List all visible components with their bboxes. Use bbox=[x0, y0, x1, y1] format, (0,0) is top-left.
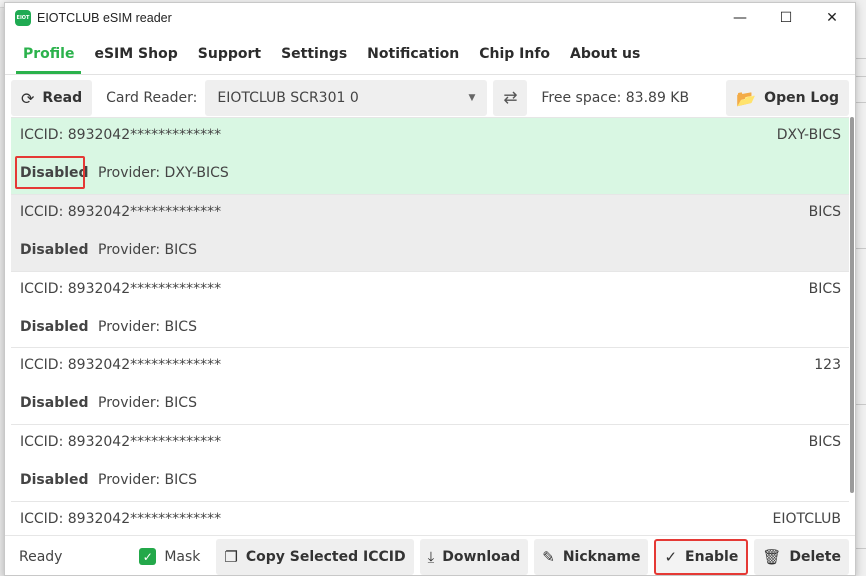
card-reader-value: EIOTCLUB SCR301 0 bbox=[217, 90, 359, 106]
window-controls: — ☐ ✕ bbox=[717, 3, 855, 33]
read-button-label: Read bbox=[42, 90, 83, 106]
app-logo-icon: EIOT bbox=[15, 10, 31, 26]
profile-nickname: BICS bbox=[808, 203, 841, 220]
window-title: EIOTCLUB eSIM reader bbox=[37, 11, 172, 25]
iccid-text: ICCID: 8932042************* bbox=[20, 203, 222, 220]
iccid-text: ICCID: 8932042************* bbox=[20, 357, 222, 374]
app-window: EIOT EIOTCLUB eSIM reader — ☐ ✕ Profile … bbox=[4, 2, 856, 576]
main-tabs: Profile eSIM Shop Support Settings Notif… bbox=[5, 33, 855, 75]
iccid-text: ICCID: 8932042************* bbox=[20, 510, 222, 527]
minimize-button[interactable]: — bbox=[717, 3, 763, 33]
delete-button[interactable]: 🗑 Delete bbox=[754, 538, 849, 575]
tab-chip-info[interactable]: Chip Info bbox=[469, 33, 560, 74]
free-space-text: Free space: 83.89 KB bbox=[541, 90, 690, 106]
enable-label: Enable bbox=[685, 548, 739, 565]
tab-settings[interactable]: Settings bbox=[271, 33, 357, 74]
profile-nickname: DXY-BICS bbox=[776, 127, 841, 143]
nickname-button[interactable]: ✎ Nickname bbox=[534, 538, 649, 575]
tab-about-us[interactable]: About us bbox=[560, 33, 650, 74]
provider-text: Provider: BICS bbox=[98, 395, 197, 412]
profile-state: Disabled bbox=[20, 395, 89, 412]
profile-nickname: BICS bbox=[808, 280, 841, 297]
card-reader-label: Card Reader: bbox=[106, 90, 198, 106]
iccid-text: ICCID: 8932042************* bbox=[20, 127, 222, 143]
tab-support[interactable]: Support bbox=[188, 33, 271, 74]
pencil-icon: ✎ bbox=[542, 547, 555, 566]
list-scrollbar[interactable] bbox=[849, 117, 855, 529]
scrollbar-thumb[interactable] bbox=[850, 117, 854, 493]
checkmark-icon: ✓ bbox=[139, 548, 157, 565]
profile-row[interactable]: ICCID: 8932042************* BICS Disable… bbox=[11, 194, 849, 272]
profile-row[interactable]: ICCID: 8932042************* BICS Disable… bbox=[11, 425, 849, 502]
mask-label: Mask bbox=[164, 548, 201, 565]
check-icon: ✓ bbox=[664, 547, 678, 566]
provider-text: Provider: DXY-BICS bbox=[98, 165, 229, 181]
iccid-text: ICCID: 8932042************* bbox=[20, 280, 222, 297]
copy-iccid-button[interactable]: ❐ Copy Selected ICCID bbox=[216, 538, 414, 575]
chevron-down-icon: ▼ bbox=[468, 93, 476, 103]
title-bar: EIOT EIOTCLUB eSIM reader — ☐ ✕ bbox=[5, 3, 855, 33]
read-button[interactable]: ⟳ Read bbox=[11, 80, 93, 116]
open-log-button[interactable]: 📂 Open Log bbox=[726, 80, 849, 116]
profile-nickname: EIOTCLUB bbox=[772, 510, 841, 527]
profile-row[interactable]: ICCID: 8932042************* BICS Disable… bbox=[11, 272, 849, 349]
profile-state: Disabled bbox=[20, 318, 89, 335]
folder-icon: 📂 bbox=[736, 88, 757, 108]
trash-icon: 🗑 bbox=[762, 547, 782, 566]
toolbar: ⟳ Read Card Reader: EIOTCLUB SCR301 0 ▼ … bbox=[5, 75, 855, 121]
profile-row[interactable]: ICCID: 8932042************* EIOTCLUB bbox=[11, 502, 849, 529]
card-reader-select[interactable]: EIOTCLUB SCR301 0 ▼ bbox=[205, 80, 488, 116]
refresh-icon: ⟳ bbox=[21, 88, 35, 108]
profile-list: ICCID: 8932042************* DXY-BICS Dis… bbox=[11, 117, 849, 529]
delete-label: Delete bbox=[789, 548, 841, 565]
highlight-box bbox=[15, 156, 85, 189]
status-text: Ready bbox=[19, 548, 63, 565]
status-bar: Ready ✓ Mask ❐ Copy Selected ICCID ⤓ Dow… bbox=[5, 535, 855, 575]
nickname-label: Nickname bbox=[562, 548, 641, 565]
profile-nickname: BICS bbox=[808, 434, 841, 451]
open-log-label: Open Log bbox=[764, 90, 839, 106]
download-label: Download bbox=[442, 548, 521, 565]
iccid-text: ICCID: 8932042************* bbox=[20, 434, 222, 451]
profile-state: Disabled bbox=[20, 241, 89, 258]
maximize-button[interactable]: ☐ bbox=[763, 3, 809, 33]
tab-esim-shop[interactable]: eSIM Shop bbox=[84, 33, 187, 74]
mask-checkbox[interactable]: ✓ Mask bbox=[139, 548, 200, 565]
tab-notification[interactable]: Notification bbox=[357, 33, 469, 74]
tab-profile[interactable]: Profile bbox=[13, 33, 84, 74]
profile-state: Disabled bbox=[20, 472, 89, 489]
sync-icon: ⇄ bbox=[503, 88, 518, 108]
download-icon: ⤓ bbox=[427, 547, 435, 566]
profile-nickname: 123 bbox=[814, 357, 841, 374]
profile-row[interactable]: ICCID: 8932042************* 123 Disabled… bbox=[11, 348, 849, 426]
copy-iccid-label: Copy Selected ICCID bbox=[245, 548, 406, 565]
enable-button[interactable]: ✓ Enable bbox=[654, 538, 749, 575]
provider-text: Provider: BICS bbox=[98, 318, 197, 335]
copy-icon: ❐ bbox=[224, 547, 238, 566]
provider-text: Provider: BICS bbox=[98, 241, 197, 258]
profile-row[interactable]: ICCID: 8932042************* DXY-BICS Dis… bbox=[11, 118, 849, 195]
download-button[interactable]: ⤓ Download bbox=[419, 538, 529, 575]
provider-text: Provider: BICS bbox=[98, 472, 197, 489]
close-button[interactable]: ✕ bbox=[809, 3, 855, 33]
rescan-reader-button[interactable]: ⇄ bbox=[493, 80, 528, 116]
